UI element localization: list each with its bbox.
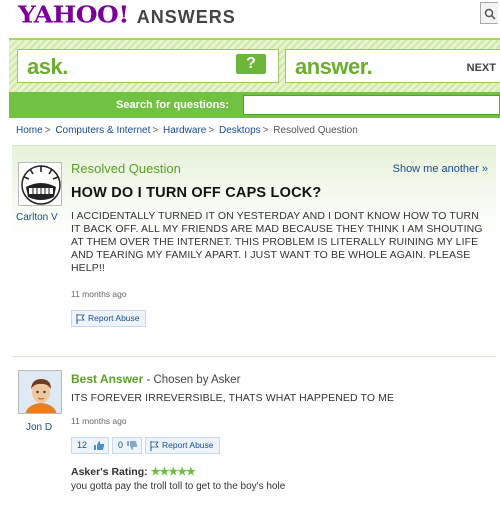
answerer-name[interactable]: Jon D <box>26 422 52 433</box>
ask-button[interactable]: ? <box>236 54 266 74</box>
flag-icon <box>150 441 159 456</box>
question-panel: Carlton V Resolved Question Show me anot… <box>12 145 496 355</box>
search-label: Search for questions: <box>116 99 230 111</box>
breadcrumb-separator: > <box>208 125 215 136</box>
chosen-by-label: - Chosen by Asker <box>143 374 241 386</box>
question-timestamp: 11 months ago <box>71 289 127 299</box>
thumbs-down-icon <box>127 441 138 450</box>
breadcrumb-desktops[interactable]: Desktops <box>219 125 261 136</box>
answer-report-abuse-button[interactable]: Report Abuse <box>145 437 220 454</box>
report-abuse-button[interactable]: Report Abuse <box>71 310 146 327</box>
search-icon[interactable] <box>480 2 498 24</box>
askers-rating: Asker's Rating: ★★★★★ <box>71 465 196 478</box>
logo-yahoo-text: YAHOO! <box>18 0 129 29</box>
breadcrumb-computers-internet[interactable]: Computers & Internet <box>55 125 150 136</box>
best-answer-heading: Best Answer - Chosen by Asker <box>71 372 240 386</box>
rating-label: Asker's Rating: <box>71 466 148 478</box>
answer-field[interactable]: answer. NEXT <box>285 49 500 83</box>
show-another-link[interactable]: Show me another » <box>393 163 488 175</box>
search-strip: Search for questions: <box>9 92 500 118</box>
breadcrumb-separator: > <box>262 125 269 136</box>
thumbs-down-button[interactable]: 0 <box>112 437 142 454</box>
breadcrumb: Home > Computers & Internet > Hardware > De… <box>16 125 358 136</box>
asker-avatar[interactable] <box>18 162 62 206</box>
ask-field[interactable]: ask. ? <box>17 49 279 83</box>
rating-stars: ★★★★★ <box>150 466 196 478</box>
answer-label: answer. <box>295 54 373 79</box>
answerer-avatar[interactable] <box>18 370 62 414</box>
report-abuse-label: Report Abuse <box>88 313 140 323</box>
breadcrumb-current: Resolved Question <box>273 125 358 136</box>
thumbs-up-icon <box>94 441 105 450</box>
breadcrumb-home[interactable]: Home <box>16 125 43 136</box>
section-divider <box>12 356 496 357</box>
next-button[interactable]: NEXT <box>467 62 496 74</box>
thumbs-up-button[interactable]: 12 <box>71 437 109 454</box>
flag-icon <box>76 314 85 329</box>
search-input[interactable] <box>243 95 500 115</box>
best-answer-label: Best Answer <box>71 372 144 386</box>
answer-timestamp: 11 months ago <box>71 416 127 426</box>
report-abuse-label: Report Abuse <box>162 440 214 450</box>
question-title: HOW DO I TURN OFF CAPS LOCK? <box>71 185 322 201</box>
question-body: I ACCIDENTALLY TURNED IT ON YESTERDAY AN… <box>71 210 483 274</box>
asker-comment: you gotta pay the troll toll to get to t… <box>71 481 286 492</box>
breadcrumb-separator: > <box>152 125 159 136</box>
thumbs-up-count: 12 <box>77 440 88 450</box>
ask-label: ask. <box>27 54 68 79</box>
resolved-question-label: Resolved Question <box>71 161 181 176</box>
ask-answer-band: ask. ? answer. NEXT Search for questions… <box>9 38 500 118</box>
answer-body: ITS FOREVER IRREVERSIBLE, THATS WHAT HAP… <box>71 392 395 404</box>
yahoo-answers-logo[interactable]: YAHOO! ANSWERS <box>18 0 236 29</box>
thumbs-down-count: 0 <box>118 440 124 450</box>
breadcrumb-separator: > <box>44 125 51 136</box>
asker-name[interactable]: Carlton V <box>16 212 68 223</box>
breadcrumb-hardware[interactable]: Hardware <box>163 125 206 136</box>
logo-answers-text: ANSWERS <box>136 7 236 27</box>
